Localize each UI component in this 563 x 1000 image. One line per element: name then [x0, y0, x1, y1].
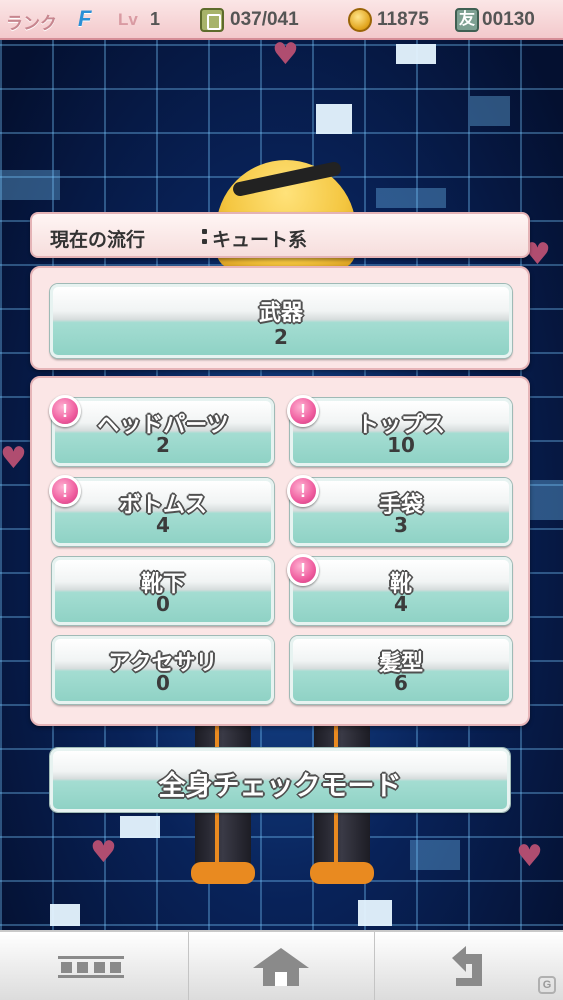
closet-icon — [200, 8, 224, 32]
bg-tile — [470, 96, 510, 126]
category-button-socks[interactable]: 靴下 0 — [52, 557, 274, 625]
colon-separator-icon — [202, 229, 207, 245]
back-icon — [448, 944, 492, 990]
weapon-label: 武器 — [258, 301, 303, 326]
bg-tile — [120, 816, 160, 838]
rank-label: ランク — [6, 14, 57, 33]
status-bar: ランク F Lv 1 037/041 11875 友 00130 — [0, 0, 563, 40]
level-label: Lv — [118, 10, 138, 29]
friend-icon: 友 — [455, 8, 479, 32]
category-count: 4 — [156, 513, 170, 537]
trend-value: キュート系 — [212, 229, 308, 251]
category-count: 4 — [394, 592, 408, 616]
full-body-check-button[interactable]: 全身チェックモード — [50, 748, 510, 812]
bg-tile — [0, 170, 60, 200]
back-button[interactable] — [376, 932, 563, 1000]
character-boot — [310, 862, 374, 884]
alert-icon: ! — [287, 475, 319, 507]
category-button-tops[interactable]: トップス 10 ! — [287, 395, 512, 466]
category-button-head-parts[interactable]: ヘッドパーツ 2 ! — [49, 395, 274, 466]
menu-button[interactable] — [0, 932, 187, 1000]
category-count: 0 — [156, 592, 170, 616]
watermark-logo: G — [538, 976, 556, 994]
bg-tile — [316, 104, 352, 134]
category-button-accessories[interactable]: アクセサリ 0 — [52, 636, 274, 704]
character-boot — [191, 862, 255, 884]
friend-points: 00130 — [482, 9, 535, 30]
alert-icon: ! — [49, 395, 81, 427]
coin-icon — [348, 8, 372, 32]
bg-tile — [396, 44, 436, 64]
category-panel: ヘッドパーツ 2 ! トップス 10 ! ボトムス 4 ! 手袋 3 ! 靴下 … — [30, 376, 530, 726]
bg-tile — [410, 840, 460, 870]
rank-value: F — [78, 6, 92, 31]
heart-icon: ♥ — [90, 835, 117, 870]
category-button-bottoms[interactable]: ボトムス 4 ! — [49, 475, 274, 546]
alert-icon: ! — [49, 475, 81, 507]
heart-icon: ♥ — [0, 441, 27, 476]
weapon-button[interactable]: 武器 2 — [50, 284, 512, 358]
trend-label: 現在の流行 — [50, 229, 146, 251]
closet-count: 037/041 — [230, 9, 299, 30]
full-body-check-label: 全身チェックモード — [158, 771, 402, 802]
level-value: 1 — [150, 9, 161, 29]
bg-tile — [358, 900, 392, 926]
heart-icon: ♥ — [516, 839, 543, 874]
alert-icon: ! — [287, 554, 319, 586]
category-count: 6 — [394, 671, 408, 695]
current-trend-bar: 現在の流行 キュート系 — [30, 212, 530, 258]
menu-icon — [58, 956, 124, 978]
home-icon — [253, 948, 309, 988]
category-count: 10 — [387, 433, 415, 457]
heart-icon: ♥ — [272, 37, 299, 72]
bg-tile — [50, 904, 80, 926]
weapon-panel: 武器 2 — [30, 266, 530, 370]
bottom-navigation — [0, 930, 563, 1000]
category-button-gloves[interactable]: 手袋 3 ! — [287, 475, 512, 546]
bg-tile — [376, 188, 446, 208]
category-button-hairstyle[interactable]: 髪型 6 — [290, 636, 512, 704]
weapon-count: 2 — [274, 325, 288, 349]
alert-icon: ! — [287, 395, 319, 427]
category-count: 0 — [156, 671, 170, 695]
home-button[interactable] — [188, 932, 375, 1000]
category-count: 2 — [156, 433, 170, 457]
category-count: 3 — [394, 513, 408, 537]
coin-count: 11875 — [377, 9, 429, 30]
category-button-shoes[interactable]: 靴 4 ! — [287, 554, 512, 625]
